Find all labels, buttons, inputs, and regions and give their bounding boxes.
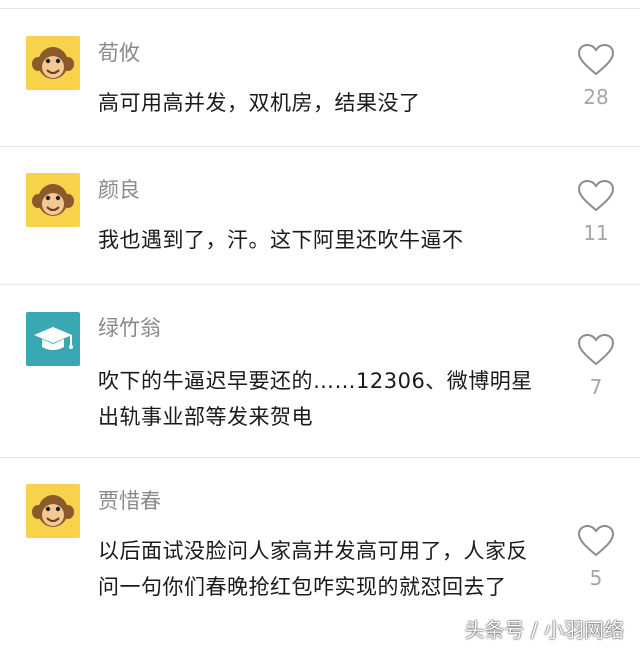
heart-icon[interactable] bbox=[577, 524, 615, 558]
monkey-icon[interactable] bbox=[26, 484, 80, 538]
username[interactable]: 荀攸 bbox=[98, 39, 140, 67]
like-button[interactable]: 5 bbox=[574, 524, 618, 590]
comment-text: 以后面试没脸问人家高并发高可用了，人家反问一句你们春晚抢红包咋实现的就怼回去了 bbox=[98, 539, 528, 599]
comment-text: 吹下的牛逼迟早要还的……12306、微博明星出轨事业部等发来贺电 bbox=[98, 369, 533, 429]
like-button[interactable]: 7 bbox=[574, 333, 618, 399]
comment-list-page: 荀攸 高可用高并发，双机房，结果没了 28 颜良 我也遇到了，汗。这下阿里还吹牛… bbox=[0, 0, 640, 655]
heart-icon[interactable] bbox=[577, 179, 615, 213]
heart-icon[interactable] bbox=[577, 333, 615, 367]
monkey-icon[interactable] bbox=[26, 36, 80, 90]
like-count: 5 bbox=[589, 566, 603, 590]
heart-icon[interactable] bbox=[577, 43, 615, 77]
like-button[interactable]: 28 bbox=[574, 43, 618, 109]
like-count: 7 bbox=[589, 375, 603, 399]
comment-text: 高可用高并发，双机房，结果没了 bbox=[98, 91, 421, 115]
username[interactable]: 绿竹翁 bbox=[98, 314, 161, 342]
username[interactable]: 颜良 bbox=[98, 176, 140, 204]
comment-text: 我也遇到了，汗。这下阿里还吹牛逼不 bbox=[98, 228, 464, 252]
graduation-cap-icon[interactable] bbox=[26, 312, 80, 366]
like-count: 11 bbox=[583, 221, 609, 245]
like-button[interactable]: 11 bbox=[574, 179, 618, 245]
username[interactable]: 贾惜春 bbox=[98, 487, 161, 515]
watermark: 头条号 / 小羽网络 bbox=[464, 618, 624, 642]
like-count: 28 bbox=[583, 85, 609, 109]
comment-item: 荀攸 高可用高并发，双机房，结果没了 28 bbox=[0, 9, 640, 147]
monkey-icon[interactable] bbox=[26, 173, 80, 227]
comment-item: 颜良 我也遇到了，汗。这下阿里还吹牛逼不 11 bbox=[0, 147, 640, 285]
comment-item: 绿竹翁 吹下的牛逼迟早要还的……12306、微博明星出轨事业部等发来贺电 7 bbox=[0, 285, 640, 458]
